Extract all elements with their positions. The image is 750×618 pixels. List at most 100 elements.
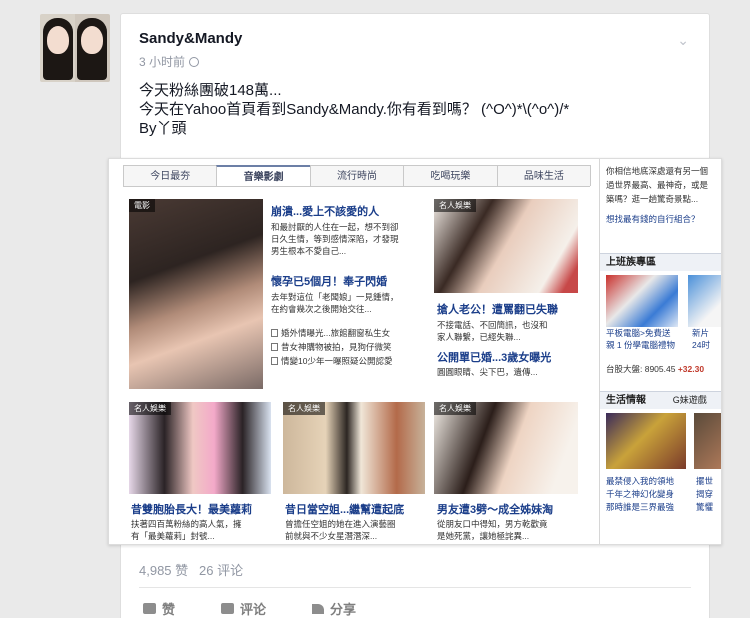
post-author[interactable]: Sandy&Mandy (139, 30, 242, 47)
bottom-story-caption: 名人娛樂 (283, 402, 325, 415)
share-label: 分享 (330, 602, 357, 617)
bullet-text: 婚外情曝光...旅館翻窗私生女 (281, 328, 391, 338)
bottom-story-image[interactable]: 名人娛樂 (434, 402, 578, 494)
stock-index[interactable]: 台股大盤: 8905.45 +32.30 (606, 363, 704, 376)
snippet-line: 有「最美蘿莉」封號... (131, 531, 215, 541)
document-icon (271, 343, 278, 351)
news-item[interactable]: 千年之神幻化變身 (606, 488, 674, 501)
yahoo-right-rail: 你相信地底深處還有另一個 過世界最高、最神奇，或是 築嗎？逛一趟驚奇景點... … (599, 159, 721, 544)
post-meta: 3 小时前 (139, 53, 200, 70)
avatar-face-left (47, 26, 69, 54)
like-count[interactable]: 4,985 赞 (139, 563, 188, 578)
feature-bullet[interactable]: 情變10少年一曝照疑公開認愛 (271, 355, 392, 368)
snippet-line: 不接電話、不回簡訊，也沒和 (437, 320, 548, 330)
side-story-headline[interactable]: 搶人老公！遭罵翻已失聯 (437, 301, 558, 317)
feature-bullet[interactable]: 昔女神購物被拍，見狗仔微笑 (271, 341, 392, 354)
news-item[interactable]: 驚懼 (696, 501, 713, 514)
side-story-headline-2[interactable]: 公開單已婚...3歲女曝光 (437, 349, 551, 365)
snippet-line: 扶著四百萬粉絲的高人氣，擁 (131, 519, 242, 529)
post-time[interactable]: 3 小时前 (139, 53, 185, 70)
snippet-line: 在約會幾次之後開始交往... (271, 304, 372, 314)
stock-change: +32.30 (677, 364, 705, 374)
tab-today[interactable]: 今日最夯 (123, 165, 218, 186)
news-item[interactable]: 揭穿 (696, 488, 713, 501)
action-divider (139, 587, 691, 588)
bottom-story-caption: 名人娛樂 (434, 402, 476, 415)
bottom-story-image[interactable]: 名人娛樂 (283, 402, 425, 494)
like-button[interactable]: 赞 (143, 599, 175, 618)
office-item[interactable]: 24时 (692, 339, 710, 352)
rail-text[interactable]: 過世界最高、最神奇，或是 (606, 179, 708, 192)
feature-headline[interactable]: 崩潰...愛上不該愛的人 (271, 203, 379, 219)
bottom-story-headline[interactable]: 昔日當空姐...繼幫遭起底 (285, 501, 404, 517)
feature-snippet: 和最討厭的人住在一起，想不到卻 日久生情，等到感情深陷，才發現 男生根本不愛自己… (271, 221, 399, 257)
tab-leisure[interactable]: 吃喝玩樂 (403, 165, 498, 186)
like-label: 赞 (162, 602, 176, 617)
yahoo-tabs: 今日最夯 音樂影劇 流行時尚 吃喝玩樂 品味生活 (123, 165, 592, 187)
bottom-story-image[interactable]: 名人娛樂 (129, 402, 271, 494)
document-icon (271, 329, 278, 337)
avatar-face-right (81, 26, 103, 54)
post-line: By丫頭 (139, 120, 187, 137)
news-image[interactable] (606, 413, 686, 469)
side-story-image[interactable]: 名人娛樂 (434, 199, 578, 293)
post-actions: 赞 评论 分享 (143, 599, 356, 618)
profile-avatar[interactable] (40, 14, 110, 82)
bullet-text: 昔女神購物被拍，見狗仔微笑 (281, 342, 392, 352)
comment-count[interactable]: 26 评论 (199, 563, 243, 578)
feature-bullet[interactable]: 婚外情曝光...旅館翻窗私生女 (271, 327, 390, 340)
feature-caption: 電影 (129, 199, 155, 212)
news-section-header: 生活情報 G妹遊戲 (600, 391, 721, 409)
tab-lifestyle[interactable]: 品味生活 (496, 165, 592, 186)
post-line: 今天粉絲團破148萬... (139, 82, 282, 99)
bottom-story-snippet: 從朋友口中得知，男方乾歡竟 是她死黨，讓她極詫異... (437, 518, 548, 542)
news-header-tab[interactable]: 生活情報 (606, 395, 646, 406)
bottom-story-headline[interactable]: 男友遭3劈～成全姊妹淘 (437, 501, 553, 517)
comment-icon (221, 603, 235, 614)
news-item[interactable]: 最禁侵入我的領地 (606, 475, 674, 488)
bottom-story-caption: 名人娛樂 (129, 402, 171, 415)
yahoo-news-panel: 今日最夯 音樂影劇 流行時尚 吃喝玩樂 品味生活 電影 崩潰...愛上不該愛的人… (123, 165, 592, 542)
document-icon (271, 357, 278, 365)
tab-entertainment[interactable]: 音樂影劇 (216, 165, 311, 186)
snippet-line: 去年對這位「老闆娘」一見鍾情， (271, 292, 399, 302)
comment-button[interactable]: 评论 (221, 599, 266, 618)
post-stats: 4,985 赞 26 评论 (139, 560, 243, 579)
side-story-caption: 名人娛樂 (434, 199, 476, 212)
snippet-line: 曾擔任空姐的她在進入演藝圈 (285, 519, 396, 529)
side-story-snippet-2: 圓圓眼睛、尖下巴，遺傳... (437, 366, 538, 378)
office-promo-image-2[interactable] (688, 275, 721, 327)
share-button[interactable]: 分享 (312, 599, 356, 618)
post-line: 今天在Yahoo首頁看到Sandy&Mandy.你有看到嗎？ (^O^)*\(^… (139, 101, 570, 118)
news-item[interactable]: 那時誰是三界最強 (606, 501, 674, 514)
thumbs-up-icon (143, 603, 156, 614)
share-icon (312, 603, 325, 614)
side-story-snippet: 不接電話、不回簡訊，也沒和 家人聯繫，已經失聯... (437, 319, 548, 343)
tab-fashion[interactable]: 流行時尚 (309, 165, 405, 186)
office-promo-image[interactable] (606, 275, 678, 327)
rail-link[interactable]: 想找最有錢的自行組合？ (606, 213, 700, 226)
news-game-tab[interactable]: G妹遊戲 (673, 395, 707, 405)
snippet-line: 日久生情，等到感情深陷，才發現 (271, 234, 399, 244)
bottom-story-headline[interactable]: 昔雙胞胎長大！最美蘿莉 (131, 501, 252, 517)
rail-text[interactable]: 築嗎？逛一趟驚奇景點... (606, 193, 698, 206)
snippet-line: 家人聯繫，已經失聯... (437, 332, 521, 342)
feature-headline-2[interactable]: 懷孕已5個月！奉子閃婚 (271, 273, 387, 289)
news-image-2[interactable] (694, 413, 721, 469)
snippet-line: 和最討厭的人住在一起，想不到卻 (271, 222, 399, 232)
feature-snippet-2: 去年對這位「老闆娘」一見鍾情， 在約會幾次之後開始交往... (271, 291, 399, 315)
post-photo[interactable]: 今日最夯 音樂影劇 流行時尚 吃喝玩樂 品味生活 電影 崩潰...愛上不該愛的人… (108, 158, 722, 545)
post-text: 今天粉絲團破148萬... 今天在Yahoo首頁看到Sandy&Mandy.你有… (139, 81, 569, 138)
news-item[interactable]: 擺世 (696, 475, 713, 488)
stock-label: 台股大盤: 8905.45 (606, 364, 676, 374)
snippet-line: 男生根本不愛自己... (271, 246, 347, 256)
bottom-story-snippet: 扶著四百萬粉絲的高人氣，擁 有「最美蘿莉」封號... (131, 518, 242, 542)
snippet-line: 是她死黨，讓她極詫異... (437, 531, 530, 541)
rail-text[interactable]: 你相信地底深處還有另一個 (606, 165, 708, 178)
snippet-line: 前就與不少女星潛潛深... (285, 531, 378, 541)
chevron-down-icon[interactable]: ⌄ (677, 32, 689, 49)
bottom-story-snippet: 曾擔任空姐的她在進入演藝圈 前就與不少女星潛潛深... (285, 518, 396, 542)
feature-image[interactable]: 電影 (129, 199, 263, 389)
office-section-header: 上班族專區 (600, 253, 721, 271)
office-item[interactable]: 親 1 份學電腦禮物 (606, 339, 675, 352)
